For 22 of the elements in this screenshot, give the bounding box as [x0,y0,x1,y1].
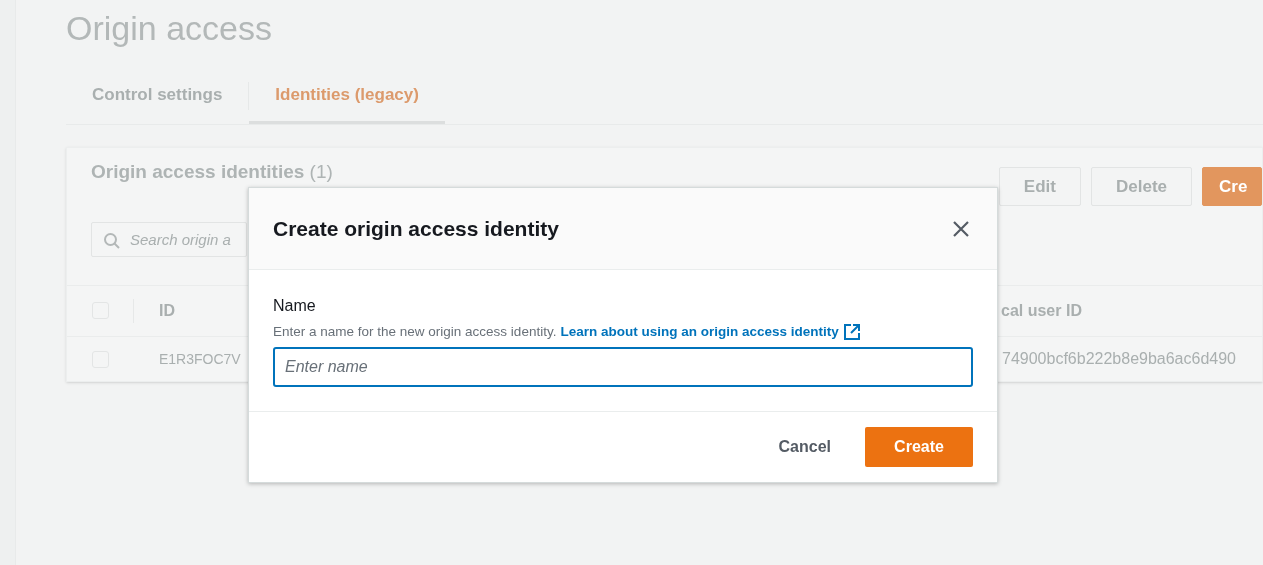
dialog-title: Create origin access identity [273,215,559,242]
help-link[interactable]: Learn about using an origin access identity [560,322,861,343]
cancel-button[interactable]: Cancel [754,427,855,468]
table-cell-text: E1R3FOC7V [159,349,241,369]
column-header: ID [159,300,175,321]
toolbar-button[interactable]: Edit [998,167,1081,206]
field-description: Enter a name for the new origin access identity. [273,323,557,341]
page-title: Origin access [66,8,272,48]
create-button[interactable]: Create [865,427,973,468]
table-cell-text: 74900bcf6b222b8e9ba6ac6d490 [1002,349,1236,370]
close-icon[interactable] [951,218,971,239]
name-input[interactable]: Enter name [273,347,973,388]
panel-title: Origin access identities (1) [91,162,333,182]
toolbar-button[interactable]: Delete [1090,167,1192,206]
tab[interactable]: Identities (legacy) [249,68,445,124]
toolbar-button[interactable]: Cre [1202,167,1262,206]
tab[interactable]: Control settings [66,68,249,124]
search-icon [103,232,121,250]
column-header: cal user ID [1001,300,1082,321]
external-link-icon [842,323,861,342]
search-field[interactable]: Search origin a [91,222,247,257]
field-label: Name [273,296,316,316]
